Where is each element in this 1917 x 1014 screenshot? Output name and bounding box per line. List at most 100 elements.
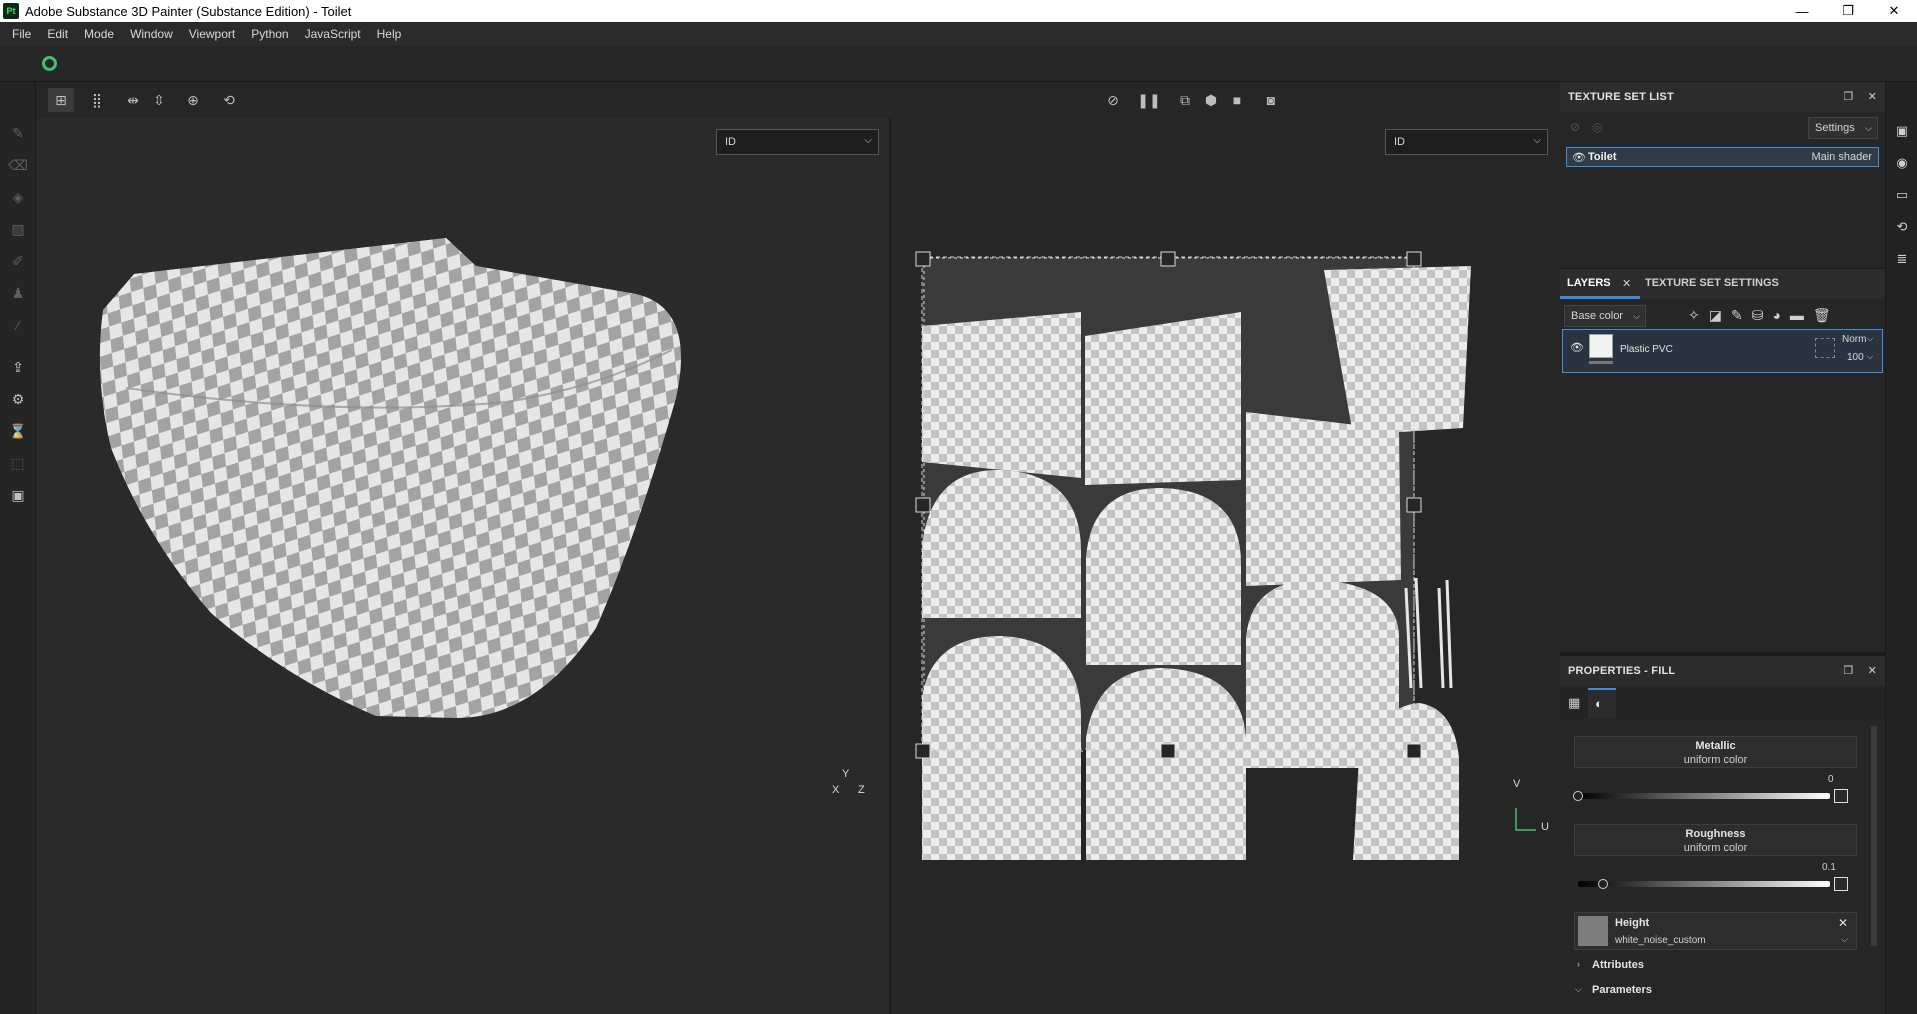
roughness-slider[interactable]: [1578, 881, 1830, 887]
app-logo-icon: Pt: [3, 3, 19, 19]
metallic-value[interactable]: 0: [1828, 774, 1834, 785]
layer-row[interactable]: 👁 Plastic PVC Norm ⌵ 100 ⌵: [1562, 329, 1883, 373]
menu-javascript[interactable]: JavaScript: [297, 27, 369, 41]
chevron-down-icon[interactable]: ⌵: [1841, 934, 1848, 945]
height-resource[interactable]: white_noise_custom: [1615, 935, 1706, 946]
close-tab-icon[interactable]: ✕: [1622, 277, 1631, 290]
channel-dropdown[interactable]: Base color ⌵: [1564, 305, 1646, 327]
shader-settings-icon[interactable]: ◉: [1895, 155, 1909, 170]
add-folder-icon[interactable]: ▬: [1790, 307, 1804, 324]
layers-tabs: LAYERS ✕ TEXTURE SET SETTINGS: [1560, 269, 1885, 299]
display-settings-icon[interactable]: ▣: [1895, 123, 1909, 138]
layer-opacity[interactable]: 100: [1847, 352, 1864, 363]
add-smart-material-icon[interactable]: ◕: [1772, 307, 1780, 324]
screenshot-icon[interactable]: ◙: [1258, 88, 1284, 112]
material-tab[interactable]: ◐: [1588, 688, 1616, 718]
uv-tool-icon[interactable]: ⬚: [9, 454, 27, 472]
roughness-slider-knob[interactable]: [1598, 879, 1609, 889]
grid-layout-icon[interactable]: ⣿: [84, 88, 110, 112]
assets-icon[interactable]: ▭: [1895, 187, 1909, 202]
metallic-slider[interactable]: [1578, 793, 1830, 799]
projection-icon[interactable]: ◈: [9, 188, 27, 206]
smudge-icon[interactable]: ✐: [9, 252, 27, 270]
log-icon[interactable]: ≣: [1895, 251, 1909, 266]
paint-brush-icon[interactable]: ✎: [9, 124, 27, 142]
add-paint-layer-icon[interactable]: ✎: [1731, 307, 1743, 324]
menu-file[interactable]: File: [4, 27, 39, 41]
menu-viewport[interactable]: Viewport: [181, 27, 243, 41]
float-panel-icon[interactable]: ❐: [1844, 664, 1854, 677]
remove-resource-icon[interactable]: ✕: [1838, 916, 1848, 930]
metallic-map-button[interactable]: [1834, 789, 1848, 803]
close-panel-icon[interactable]: ✕: [1868, 90, 1877, 103]
settings-gear-icon[interactable]: ⚙: [9, 390, 27, 408]
maximize-button[interactable]: ❐: [1825, 0, 1871, 22]
layer-mask-slot[interactable]: [1815, 338, 1835, 358]
minimize-button[interactable]: —: [1779, 0, 1825, 22]
camera-icon[interactable]: ■: [1224, 88, 1250, 112]
hourglass-icon[interactable]: ⌛: [9, 422, 27, 440]
tab-layers[interactable]: LAYERS: [1567, 277, 1611, 289]
cube-view-icon[interactable]: ⬢: [1198, 88, 1224, 112]
texture-set-shader[interactable]: Main shader: [1811, 151, 1872, 163]
polygon-fill-icon[interactable]: ⇪: [9, 358, 27, 376]
tab-texture-set-settings[interactable]: TEXTURE SET SETTINGS: [1645, 277, 1779, 289]
axis-y-label: Y: [842, 768, 850, 780]
menu-help[interactable]: Help: [369, 27, 410, 41]
fill-properties-icon[interactable]: ▦: [1568, 695, 1580, 711]
chevron-down-icon: ⌵: [1865, 122, 1872, 133]
add-icon[interactable]: ⊕: [180, 88, 206, 112]
metallic-slider-knob[interactable]: [1573, 791, 1583, 801]
viewport-toolbar: ⊞ ⣿ ⇹ ⇳ ⊕ ⟲ ⊘ ❚❚ ⧉ ⬢ ■ ◙: [36, 82, 1560, 118]
axis-u-label: U: [1541, 821, 1549, 833]
add-effect-icon[interactable]: ✧: [1688, 307, 1700, 324]
menu-edit[interactable]: Edit: [39, 27, 76, 41]
menu-python[interactable]: Python: [243, 27, 296, 41]
parameters-section[interactable]: Parameters: [1592, 984, 1652, 996]
clone-stamp-icon[interactable]: ♟: [9, 284, 27, 302]
height-title: Height: [1615, 917, 1650, 929]
float-panel-icon[interactable]: ❐: [1844, 90, 1854, 103]
properties-panel: PROPERTIES - FILL ❐ ✕ ▦ ◐ Metallic unifo…: [1560, 656, 1885, 1014]
add-fill-layer-icon[interactable]: ⛁: [1752, 307, 1764, 324]
metallic-block[interactable]: Metallic uniform color: [1574, 736, 1857, 768]
bake-icon[interactable]: ▣: [9, 486, 27, 504]
history-icon[interactable]: ⟲: [216, 88, 242, 112]
roughness-map-button[interactable]: [1834, 877, 1848, 891]
properties-scrollbar[interactable]: [1871, 726, 1877, 946]
chevron-right-icon[interactable]: ›: [1577, 959, 1580, 969]
texture-set-row[interactable]: 👁 Toilet Main shader: [1566, 147, 1879, 167]
close-panel-icon[interactable]: ✕: [1868, 664, 1877, 677]
symmetry-y-icon[interactable]: ⇳: [146, 88, 172, 112]
eye-toggle-icon[interactable]: ◎: [1592, 120, 1602, 134]
link-icon[interactable]: ⊘: [1570, 120, 1580, 134]
attributes-section[interactable]: Attributes: [1592, 959, 1644, 971]
menu-window[interactable]: Window: [122, 27, 181, 41]
settings-dropdown[interactable]: Settings ⌵: [1808, 117, 1878, 139]
layer-visibility-eye-icon[interactable]: 👁: [1570, 341, 1584, 354]
viewport-2d[interactable]: ID ⌵ V U: [891, 118, 1560, 1014]
history-panel-icon[interactable]: ⟲: [1895, 219, 1909, 234]
color-picker-icon[interactable]: ⁄: [9, 316, 27, 334]
symmetry-x-icon[interactable]: ⇹: [120, 88, 146, 112]
layout-3d-2d-icon[interactable]: ⊞: [48, 88, 74, 112]
texture-set-list-panel: TEXTURE SET LIST ❐ ✕ ⊘ ◎ Settings ⌵ 👁 To…: [1560, 82, 1885, 268]
menu-mode[interactable]: Mode: [76, 27, 122, 41]
height-block[interactable]: Height white_noise_custom ✕ ⌵: [1574, 912, 1857, 950]
eraser-icon[interactable]: ⌫: [8, 156, 28, 174]
pause-icon[interactable]: ❚❚: [1136, 88, 1162, 112]
delete-layer-icon[interactable]: 🗑: [1813, 307, 1831, 324]
roughness-block[interactable]: Roughness uniform color: [1574, 824, 1857, 856]
roughness-value[interactable]: 0.1: [1822, 862, 1836, 873]
compare-icon[interactable]: ⧉: [1172, 88, 1198, 112]
add-mask-icon[interactable]: ◪: [1709, 307, 1722, 324]
layer-blend-mode[interactable]: Norm: [1842, 334, 1866, 345]
chevron-down-icon[interactable]: ⌵: [1575, 984, 1582, 995]
viewport-3d[interactable]: ID ⌵ Y X Z: [36, 118, 889, 1014]
settings-dropdown-label: Settings: [1815, 122, 1855, 134]
geometry-mask-icon[interactable]: ▨: [9, 220, 27, 238]
close-window-button[interactable]: ✕: [1871, 0, 1917, 22]
visibility-eye-icon[interactable]: 👁: [1572, 151, 1586, 164]
sync-icon[interactable]: [42, 56, 57, 71]
hide-wireframe-icon[interactable]: ⊘: [1100, 88, 1126, 112]
